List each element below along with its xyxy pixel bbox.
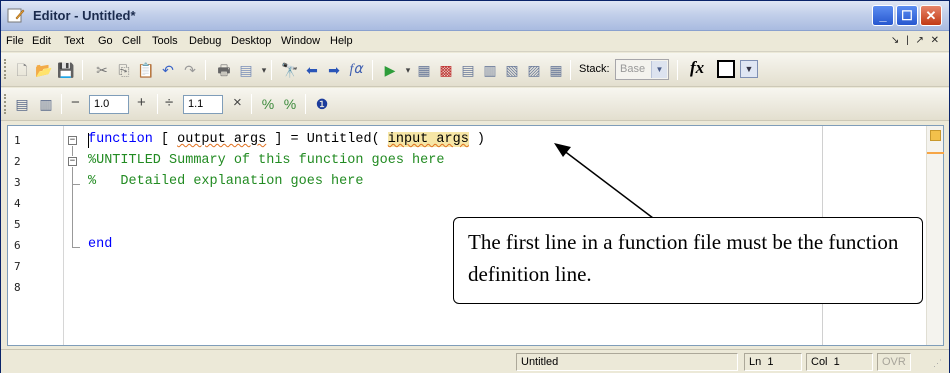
status-bar: Untitled Ln 1 Col 1 OVR ⋰ [1, 349, 949, 373]
dock-box-button[interactable] [717, 60, 735, 78]
maximize-button[interactable]: ☐ [896, 5, 918, 26]
paste-icon[interactable]: 📋 [137, 61, 155, 79]
line-number: 8 [14, 281, 21, 294]
divide-value-input[interactable]: 1.1 [183, 95, 223, 114]
title-bar[interactable]: Editor - Untitled* _ ☐ ✕ [1, 1, 949, 31]
stack-label: Stack: [579, 63, 610, 75]
menu-go[interactable]: Go [98, 35, 113, 47]
warning-indicator-icon[interactable] [930, 130, 941, 141]
find-icon[interactable]: 🔭 [281, 61, 299, 79]
forward-arrow-icon[interactable]: ➡ [325, 61, 343, 79]
stack-select[interactable]: Base ▼ [615, 59, 669, 80]
code-line-6: end [88, 237, 113, 252]
redo-icon[interactable]: ↷ [181, 61, 199, 79]
status-line: Ln 1 [744, 353, 802, 371]
line-number: 2 [14, 155, 21, 168]
publish-icon[interactable]: ▤ [237, 61, 255, 79]
line-number: 6 [14, 239, 21, 252]
minimize-button[interactable]: _ [872, 5, 894, 26]
clear-breakpoints-icon[interactable]: ▩ [437, 61, 455, 79]
toolbar-options-button[interactable]: ▼ [740, 60, 758, 78]
editor-window: Editor - Untitled* _ ☐ ✕ File Edit Text … [0, 0, 950, 373]
keyword-function: function [88, 132, 153, 147]
code-line-2: %UNTITLED Summary of this function goes … [88, 153, 445, 168]
output-args: output args [177, 132, 267, 147]
minimize-icon: _ [879, 8, 887, 23]
warning-line-marker[interactable] [927, 152, 944, 154]
step-out-icon[interactable]: ▧ [503, 61, 521, 79]
eval-cell-icon[interactable]: ▥ [37, 95, 55, 113]
status-overwrite-mode: OVR [877, 353, 911, 371]
continue-icon[interactable]: ▨ [525, 61, 543, 79]
cell-mode-icon[interactable]: ▤ [13, 95, 31, 113]
editor-app-icon [7, 8, 25, 23]
main-toolbar: 🗋 📂 💾 ✂ ⎘ 📋 ↶ ↷ 🖶 ▤ ▾ 🔭 ⬅ ➡ f⍺ ▶ ▾ ▦ ▩ ▤… [1, 53, 949, 87]
print-icon[interactable]: 🖶 [215, 61, 233, 79]
toolbar-grip[interactable] [4, 59, 7, 79]
line-number: 3 [14, 176, 21, 189]
undo-icon[interactable]: ↶ [159, 61, 177, 79]
window-title: Editor - Untitled* [33, 8, 136, 23]
set-breakpoint-icon[interactable]: ▦ [415, 61, 433, 79]
open-folder-icon[interactable]: 📂 [35, 61, 53, 79]
cut-icon[interactable]: ✂ [93, 61, 111, 79]
run-icon[interactable]: ▶ [381, 61, 399, 79]
chevron-down-icon: ▼ [651, 61, 667, 78]
menu-edit[interactable]: Edit [32, 35, 51, 47]
decrement-button[interactable]: − [71, 94, 80, 111]
stack-value: Base [620, 63, 646, 75]
decrement-value-input[interactable]: 1.0 [89, 95, 129, 114]
menu-bar: File Edit Text Go Cell Tools Debug Deskt… [1, 32, 949, 52]
close-icon: ✕ [925, 8, 937, 23]
step-in-icon[interactable]: ▥ [481, 61, 499, 79]
decrement-percent-icon[interactable]: % [281, 95, 299, 113]
menu-desktop[interactable]: Desktop [231, 35, 271, 47]
menu-window[interactable]: Window [281, 35, 320, 47]
status-file-name: Untitled [516, 353, 738, 371]
input-args: input args [387, 132, 469, 147]
menu-text[interactable]: Text [64, 35, 84, 47]
chevron-down-icon: ▼ [744, 64, 754, 74]
fold-toggle-comment[interactable]: − [68, 157, 77, 166]
copy-icon[interactable]: ⎘ [115, 61, 133, 79]
info-icon[interactable]: ❶ [313, 95, 331, 113]
code-line-3: % Detailed explanation goes here [88, 174, 364, 189]
step-icon[interactable]: ▤ [459, 61, 477, 79]
line-number: 4 [14, 197, 21, 210]
menu-debug[interactable]: Debug [189, 35, 221, 47]
increment-button[interactable]: + [137, 94, 146, 111]
multiply-button[interactable]: × [233, 94, 242, 111]
line-number: 5 [14, 218, 21, 231]
exit-debug-icon[interactable]: ▦ [547, 61, 565, 79]
increment-percent-icon[interactable]: % [259, 95, 277, 113]
fx-icon[interactable]: fx [690, 58, 704, 78]
vertical-scrollbar[interactable] [926, 126, 944, 345]
new-file-icon[interactable]: 🗋 [13, 61, 31, 79]
menu-file[interactable]: File [6, 35, 24, 47]
annotation-callout: The first line in a function file must b… [453, 217, 923, 304]
maximize-icon: ☐ [901, 8, 913, 23]
function-browser-icon[interactable]: f⍺ [347, 61, 365, 79]
menu-help[interactable]: Help [330, 35, 353, 47]
status-column: Col 1 [806, 353, 873, 371]
menu-cell[interactable]: Cell [122, 35, 141, 47]
menu-tools[interactable]: Tools [152, 35, 178, 47]
save-icon[interactable]: 💾 [57, 61, 75, 79]
back-arrow-icon[interactable]: ⬅ [303, 61, 321, 79]
divide-button[interactable]: ÷ [165, 94, 173, 111]
toolbar-grip[interactable] [4, 94, 7, 114]
fold-toggle-function[interactable]: − [68, 136, 77, 145]
undock-controls[interactable]: ↘ | ↗ ✕ [891, 35, 941, 46]
line-number-gutter: 1 2 3 4 5 6 7 8 [8, 126, 64, 345]
resize-grip-icon[interactable]: ⋰ [933, 358, 945, 370]
line-number: 7 [14, 260, 21, 273]
line-number: 1 [14, 134, 21, 147]
close-button[interactable]: ✕ [920, 5, 942, 26]
cell-toolbar: ▤ ▥ − 1.0 + ÷ 1.1 × % % ❶ [1, 88, 949, 121]
code-line-1: function [ output args ] = Untitled( inp… [88, 132, 485, 147]
